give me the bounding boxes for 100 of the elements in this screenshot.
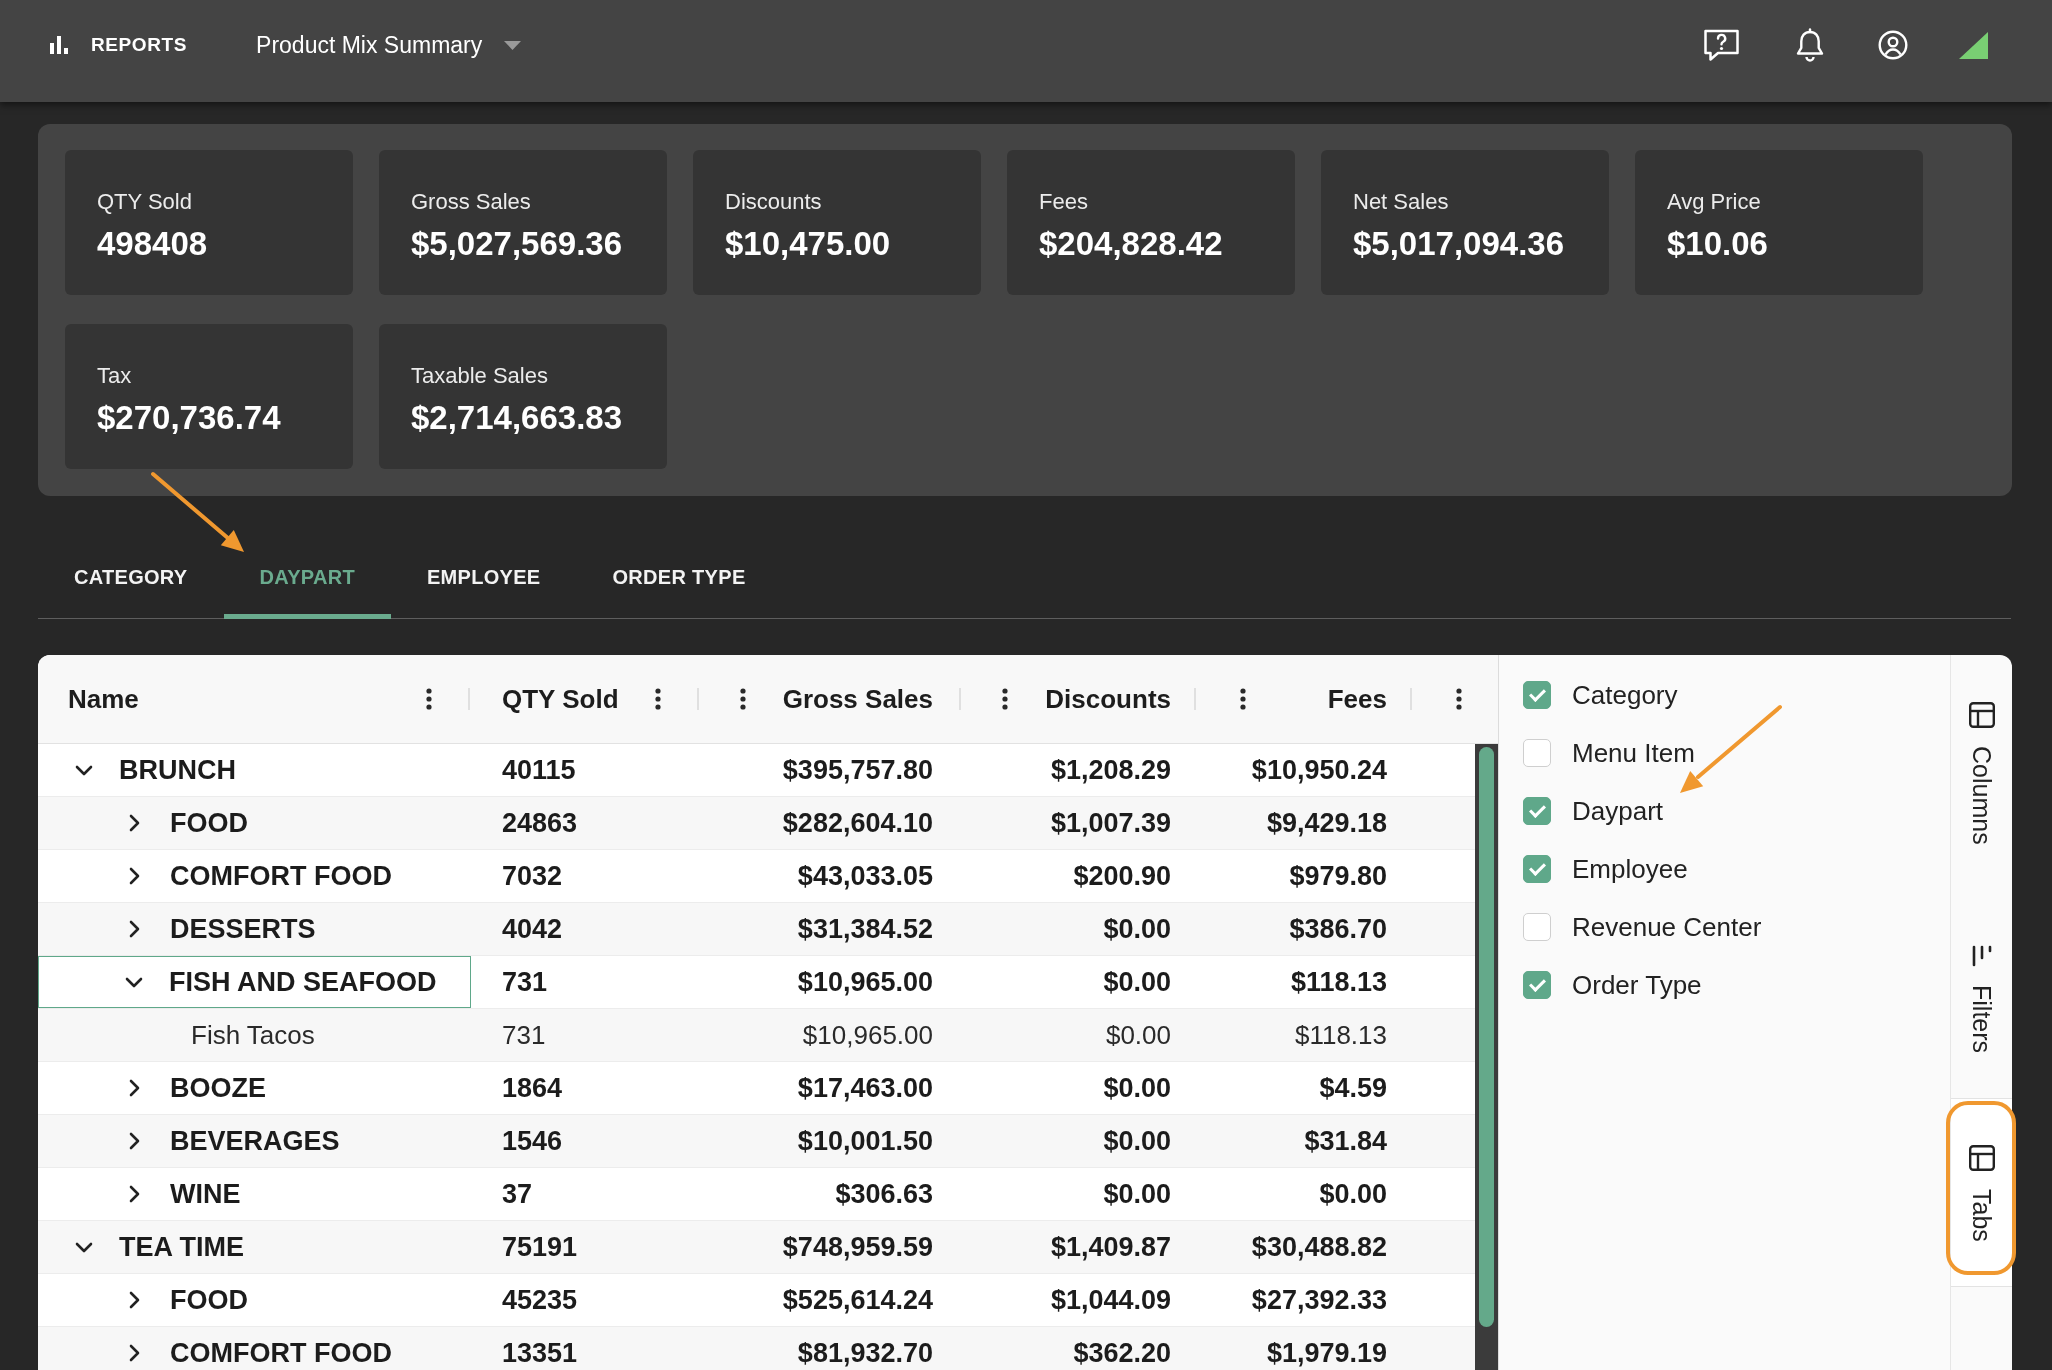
table-row[interactable]: DESSERTS 4042 $31,384.52 $0.00 $386.70 — [38, 903, 1475, 956]
checkbox-label[interactable]: Category — [1572, 679, 1678, 711]
table-cell-text: $30,488.82 — [1250, 1230, 1388, 1264]
menu-dots-icon[interactable] — [1240, 688, 1246, 710]
menu-dots-icon[interactable] — [655, 688, 661, 710]
menu-dots-icon[interactable] — [426, 688, 432, 710]
report-dropdown[interactable]: Product Mix Summary — [256, 31, 522, 59]
chevron-down-icon[interactable] — [75, 1241, 93, 1253]
row-label: WINE — [170, 1178, 241, 1210]
tab[interactable]: ORDER TYPE — [576, 535, 782, 619]
checkbox[interactable] — [1523, 913, 1551, 941]
row-label: COMFORT FOOD — [170, 1337, 392, 1369]
chevron-down-icon[interactable] — [75, 764, 93, 776]
chevron-down-icon[interactable] — [125, 976, 143, 988]
table-cell-text: $0.00 — [1102, 1177, 1172, 1211]
metric-value: $10.06 — [1667, 225, 1769, 263]
table-cell-text: 1546 — [501, 1124, 564, 1158]
table-cell-text: $748,959.59 — [781, 1230, 934, 1264]
metric-label: Tax — [97, 362, 133, 389]
focused-cell[interactable]: FISH AND SEAFOOD — [38, 956, 471, 1008]
scrollbar-thumb[interactable] — [1479, 747, 1494, 1327]
checkbox-label[interactable]: Revenue Center — [1572, 911, 1762, 943]
chevron-right-icon[interactable] — [129, 1185, 140, 1203]
column-header[interactable]: Discounts — [1045, 683, 1171, 715]
checkbox-label[interactable]: Daypart — [1572, 795, 1664, 827]
chevron-right-icon[interactable] — [129, 814, 140, 832]
chevron-right-icon[interactable] — [129, 920, 140, 938]
table-cell-text: 7032 — [501, 859, 564, 893]
checkbox[interactable] — [1523, 797, 1551, 825]
menu-dots-icon[interactable] — [1456, 688, 1462, 710]
table-row[interactable]: Fish Tacos 731 $10,965.00 $0.00 $118.13 — [38, 1009, 1475, 1062]
menu-dots-icon[interactable] — [740, 688, 746, 710]
help-icon[interactable] — [1703, 28, 1740, 62]
side-tab[interactable]: Columns — [1951, 655, 2012, 898]
metric-value: $5,017,094.36 — [1353, 225, 1566, 263]
filter-icon — [1970, 944, 1993, 967]
bell-icon[interactable] — [1795, 28, 1825, 62]
table-row[interactable]: FOOD 24863 $282,604.10 $1,007.39 $9,429.18 — [38, 797, 1475, 850]
table-cell-text: $362.20 — [1072, 1336, 1172, 1370]
caret-icon — [504, 40, 522, 50]
table-row[interactable]: FISH AND SEAFOOD 731 $10,965.00 $0.00 $118.13 — [38, 956, 1475, 1009]
table-cell-text: $0.00 — [1102, 1124, 1172, 1158]
checkbox-label[interactable]: Order Type — [1572, 969, 1702, 1001]
table-cell-text: 731 — [501, 1018, 547, 1052]
table-cell-text: 45235 — [501, 1283, 579, 1317]
table-cell-text: $17,463.00 — [796, 1071, 934, 1105]
tab[interactable]: CATEGORY — [38, 535, 224, 619]
table-cell-text: $200.90 — [1072, 859, 1172, 893]
table-cell-text: $10,965.00 — [796, 965, 934, 999]
table-row[interactable]: COMFORT FOOD 13351 $81,932.70 $362.20 $1,979.19 — [38, 1327, 1475, 1370]
metric-value: $10,475.00 — [725, 225, 892, 263]
table-cell-text: 40115 — [501, 753, 577, 787]
reports-link[interactable]: REPORTS — [50, 34, 188, 56]
metric-label: Taxable Sales — [411, 362, 549, 389]
table-cell-text: 1864 — [501, 1071, 564, 1105]
user-circle-icon[interactable] — [1878, 30, 1908, 60]
checkbox[interactable] — [1523, 681, 1551, 709]
tab[interactable]: EMPLOYEE — [390, 535, 577, 619]
metric-label: Gross Sales — [411, 188, 532, 215]
table-row[interactable]: BEVERAGES 1546 $10,001.50 $0.00 $31.84 — [38, 1115, 1475, 1168]
column-header[interactable]: Gross Sales — [782, 683, 933, 715]
table-cell-text: $1,044.09 — [1049, 1283, 1172, 1317]
table-cell-text: 13351 — [501, 1336, 579, 1370]
column-header[interactable]: Name — [68, 683, 139, 715]
triangle-icon[interactable] — [1959, 31, 1988, 59]
chevron-right-icon[interactable] — [129, 1132, 140, 1150]
table-cell-text: $9,429.18 — [1265, 806, 1388, 840]
chevron-right-icon[interactable] — [129, 1291, 140, 1309]
table-cell-text: 731 — [501, 965, 549, 999]
checkbox-label[interactable]: Employee — [1572, 853, 1688, 885]
table-cell-text: $1,979.19 — [1265, 1336, 1388, 1370]
metric-value: $5,027,569.36 — [411, 225, 624, 263]
checkbox[interactable] — [1523, 971, 1551, 999]
metric-label: Net Sales — [1353, 188, 1450, 215]
table-cell-text: $1,007.39 — [1049, 806, 1172, 840]
checkbox-label[interactable]: Menu Item — [1572, 737, 1695, 769]
checkbox[interactable] — [1523, 739, 1551, 767]
row-label: TEA TIME — [119, 1231, 244, 1263]
side-tab[interactable]: Tabs — [1951, 1097, 2012, 1287]
row-label: DESSERTS — [170, 913, 316, 945]
table-row[interactable]: TEA TIME 75191 $748,959.59 $1,409.87 $30,488.82 — [38, 1221, 1475, 1274]
table-cell-text: $0.00 — [1102, 965, 1172, 999]
table-cell-text: $386.70 — [1288, 912, 1388, 946]
metric-label: Discounts — [725, 188, 823, 215]
checkbox[interactable] — [1523, 855, 1551, 883]
chevron-right-icon[interactable] — [129, 1079, 140, 1097]
table-cell-text: 37 — [501, 1177, 534, 1211]
menu-dots-icon[interactable] — [1002, 688, 1008, 710]
chevron-right-icon[interactable] — [129, 867, 140, 885]
table-cell-text: $10,965.00 — [801, 1018, 934, 1052]
row-label: FISH AND SEAFOOD — [169, 966, 437, 998]
column-header[interactable]: QTY Sold — [502, 683, 619, 715]
table-cell-text: $31.84 — [1303, 1124, 1388, 1158]
metric-value: 498408 — [97, 225, 209, 263]
table-cell-text: $10,950.24 — [1250, 753, 1388, 787]
table-cell-text: $1,208.29 — [1049, 753, 1172, 787]
column-header[interactable]: Fees — [1327, 683, 1387, 715]
row-label: BRUNCH — [119, 754, 236, 786]
chevron-right-icon[interactable] — [129, 1344, 140, 1362]
side-tab[interactable]: Filters — [1951, 897, 2012, 1098]
